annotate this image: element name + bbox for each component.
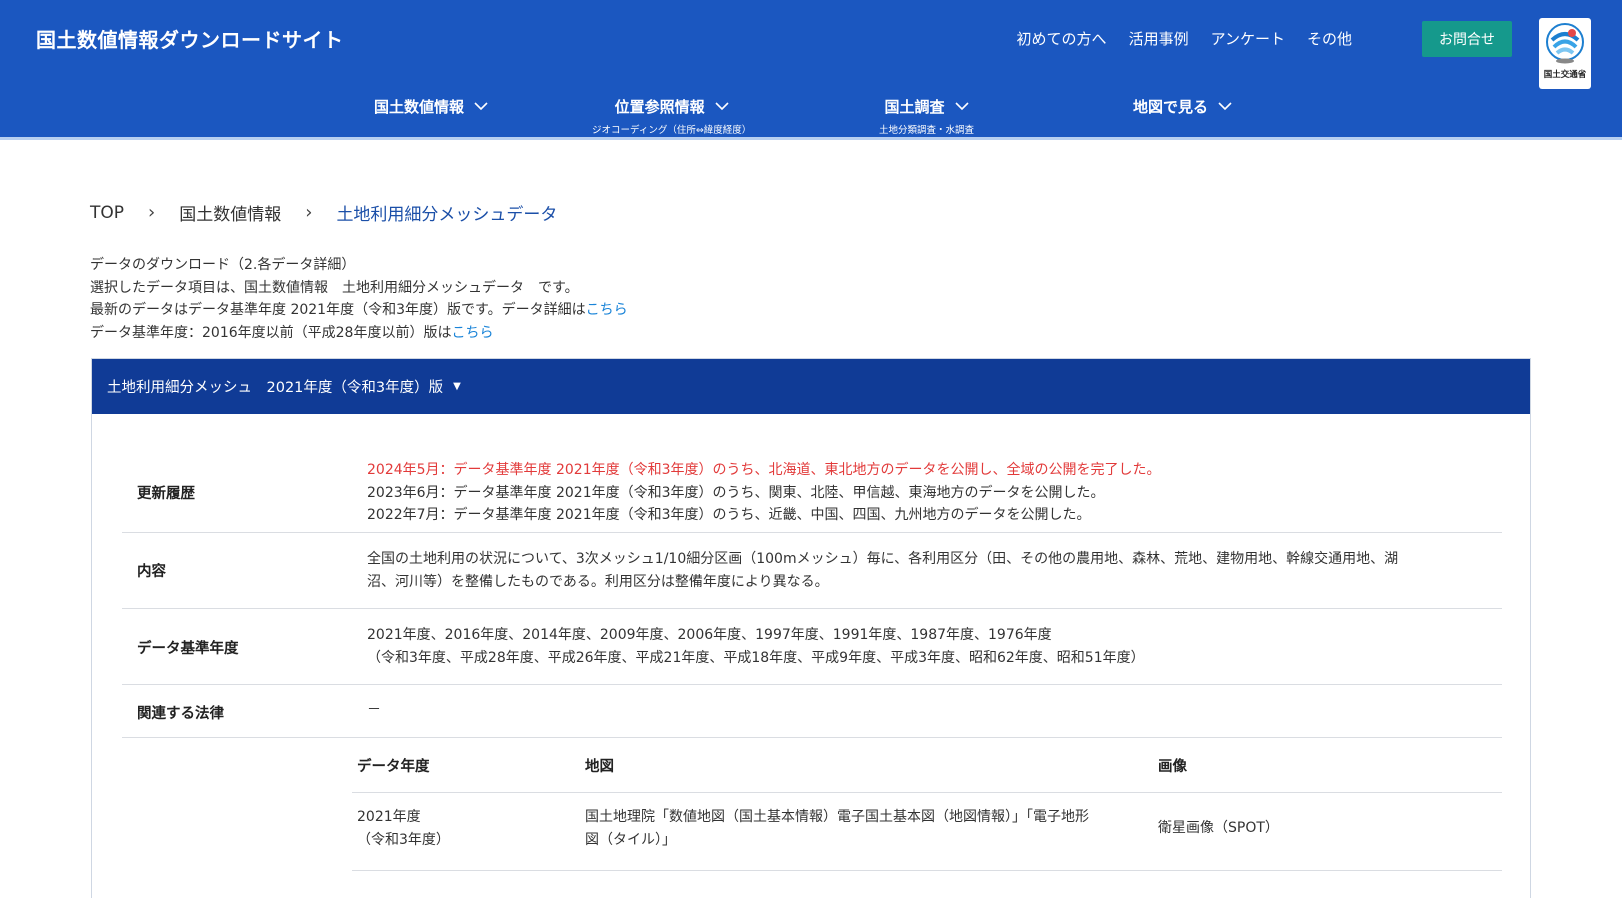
nav-item-view-on-map[interactable]: 地図で見る	[1133, 96, 1232, 117]
site-header: 国土数値情報ダウンロードサイト 初めての方へ 活用事例 アンケート その他 お問…	[0, 0, 1622, 140]
nav-sublabel: ジオコーディング（住所⇔緯度経度）	[592, 125, 752, 136]
site-title[interactable]: 国土数値情報ダウンロードサイト	[36, 24, 344, 53]
history-item: 2023年6月：データ基準年度 2021年度（令和3年度）のうち、関東、北陸、甲…	[367, 484, 1105, 501]
row-value: 2024年5月：データ基準年度 2021年度（令和3年度）のうち、北海道、東北地…	[367, 459, 1161, 527]
chevron-down-icon	[1218, 102, 1232, 111]
row-label: 関連する法律	[137, 706, 224, 722]
row-label: 内容	[137, 564, 166, 580]
breadcrumb: TOP › 国土数値情報 › 土地利用細分メッシュデータ	[90, 200, 557, 225]
mlit-logo-text: 国土交通省	[1543, 70, 1587, 80]
table-cell-image: 衛星画像（SPOT）	[1158, 820, 1279, 836]
row-content: 内容 全国の土地利用の状況について、3次メッシュ1/10細分区画（100mメッシ…	[122, 533, 1502, 609]
row-label: データ基準年度	[137, 641, 239, 657]
breadcrumb-national-land-info[interactable]: 国土数値情報	[179, 200, 281, 225]
table-cell-map: 国土地理院「数値地図（国土基本情報）電子国土基本図（地図情報）」「電子地形 図（…	[585, 809, 1089, 848]
main-nav: 国土数値情報 位置参照情報 ジオコーディング（住所⇔緯度経度） 国土調査 土地分…	[0, 96, 1622, 140]
column-header-year: データ年度	[357, 759, 430, 775]
version-dropdown[interactable]: 土地利用細分メッシュ 2021年度（令和3年度）版 ▼	[92, 359, 1530, 414]
mlit-emblem-icon	[1546, 23, 1584, 64]
intro-line: 最新のデータはデータ基準年度 2021年度（令和3年度）版です。データ詳細はこち…	[90, 302, 628, 318]
chevron-down-icon	[474, 102, 488, 111]
intro-line: データのダウンロード（2.各データ詳細）	[90, 257, 356, 273]
link-use-cases[interactable]: 活用事例	[1129, 28, 1189, 49]
detail-link[interactable]: こちら	[586, 302, 628, 318]
caret-down-icon: ▼	[453, 381, 461, 392]
intro-text: データのダウンロード（2.各データ詳細） 選択したデータ項目は、国土数値情報 土…	[90, 254, 628, 344]
table-cell-year: 2021年度 （令和3年度）	[357, 809, 450, 848]
top-links: 初めての方へ 活用事例 アンケート その他	[1017, 28, 1352, 49]
mlit-logo[interactable]: 国土交通省	[1539, 18, 1591, 89]
nav-label: 国土数値情報	[374, 98, 465, 116]
history-item: 2022年7月：データ基準年度 2021年度（令和3年度）のうち、近畿、中国、四…	[367, 507, 1091, 523]
older-version-link[interactable]: こちら	[451, 325, 493, 341]
link-other[interactable]: その他	[1307, 28, 1352, 49]
source-table: データ年度 地図 画像 2021年度 （令和3年度） 国土地理院「数値地図（国土…	[352, 738, 1502, 898]
nav-sublabel: 土地分類調査・水調査	[879, 125, 975, 136]
column-header-map: 地図	[585, 759, 614, 775]
chevron-down-icon	[954, 102, 969, 111]
row-base-year: データ基準年度 2021年度、2016年度、2014年度、2009年度、2006…	[122, 609, 1502, 685]
chevron-down-icon	[715, 102, 729, 111]
panel-title: 土地利用細分メッシュ 2021年度（令和3年度）版	[107, 380, 444, 396]
chevron-right-icon: ›	[305, 202, 313, 223]
link-beginners[interactable]: 初めての方へ	[1017, 28, 1107, 49]
row-label: 更新履歴	[137, 486, 195, 502]
column-header-image: 画像	[1158, 759, 1187, 775]
row-value: 2021年度、2016年度、2014年度、2009年度、2006年度、1997年…	[367, 627, 1145, 666]
nav-item-location-reference[interactable]: 位置参照情報 ジオコーディング（住所⇔緯度経度）	[592, 96, 751, 136]
nav-item-national-survey[interactable]: 国土調査 土地分類調査・水調査	[879, 96, 974, 136]
breadcrumb-current: 土地利用細分メッシュデータ	[336, 205, 558, 225]
history-item: 2024年5月：データ基準年度 2021年度（令和3年度）のうち、北海道、東北地…	[367, 462, 1161, 478]
chevron-right-icon: ›	[148, 202, 156, 223]
nav-label: 地図で見る	[1133, 98, 1209, 116]
row-value: －	[367, 702, 381, 718]
breadcrumb-top[interactable]: TOP	[90, 203, 124, 223]
nav-label: 国土調査	[884, 98, 945, 116]
intro-line: 選択したデータ項目は、国土数値情報 土地利用細分メッシュデータ です。	[90, 279, 579, 296]
divider	[352, 870, 1502, 871]
dataset-panel: 土地利用細分メッシュ 2021年度（令和3年度）版 ▼ 更新履歴 2024年5月…	[91, 358, 1531, 898]
nav-label: 位置参照情報	[614, 98, 705, 116]
link-survey[interactable]: アンケート	[1211, 28, 1285, 49]
nav-item-national-land-info[interactable]: 国土数値情報	[374, 96, 488, 117]
divider	[352, 792, 1502, 793]
row-value: 全国の土地利用の状況について、3次メッシュ1/10細分区画（100mメッシュ）毎…	[367, 551, 1399, 590]
contact-button[interactable]: お問合せ	[1422, 21, 1512, 57]
row-update-history: 更新履歴 2024年5月：データ基準年度 2021年度（令和3年度）のうち、北海…	[122, 414, 1502, 533]
intro-line: データ基準年度：2016年度以前（平成28年度以前）版はこちら	[90, 324, 494, 341]
row-related-law: 関連する法律 －	[122, 685, 1502, 738]
